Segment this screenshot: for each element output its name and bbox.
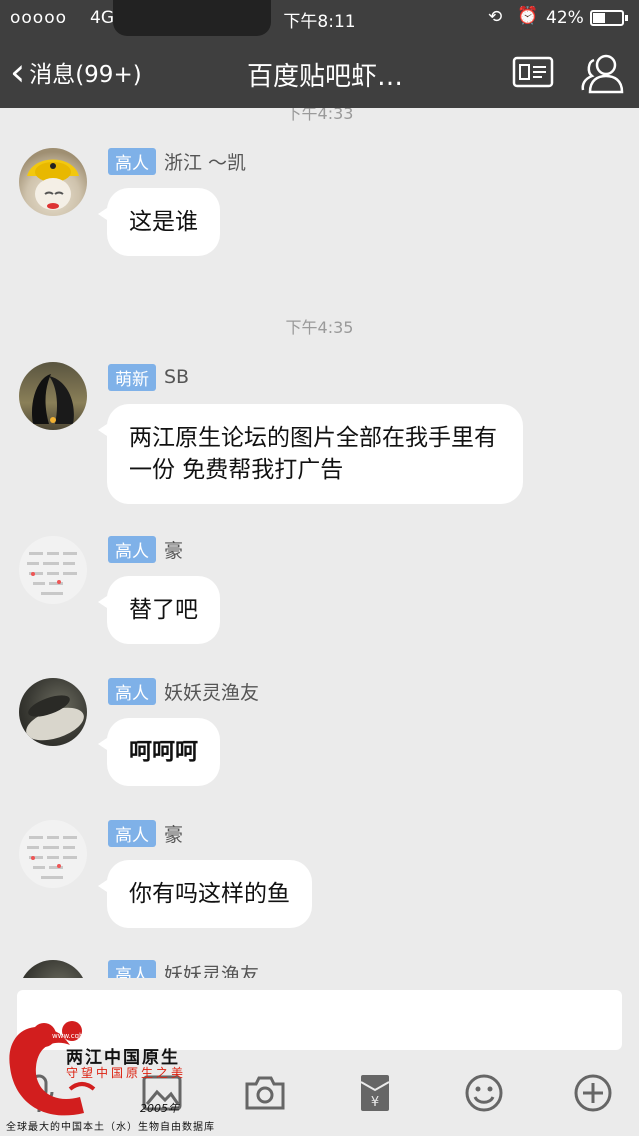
nav-bar: ‹ 消息(99+) 百度贴吧虾… xyxy=(0,36,639,108)
sender-nickname: 豪 xyxy=(164,539,184,562)
group-card-icon[interactable] xyxy=(512,56,554,88)
message-timestamp: 下午4:35 xyxy=(285,318,354,337)
chat-list[interactable]: 下午4:33 高人 浙江 ～凯 这是谁 下午4:35 萌新 SB 两江原生论坛的… xyxy=(0,108,639,978)
battery-percent: 42% xyxy=(546,8,584,28)
group-members-icon[interactable] xyxy=(580,52,626,94)
avatar[interactable] xyxy=(19,362,87,430)
message-timestamp: 下午4:33 xyxy=(285,108,354,123)
user-badge: 高人 xyxy=(108,535,156,563)
avatar-image xyxy=(26,695,84,741)
user-badge: 高人 xyxy=(108,959,156,978)
avatar[interactable] xyxy=(19,148,87,216)
avatar-image xyxy=(27,552,77,595)
camera-icon[interactable] xyxy=(244,1072,286,1114)
page-title: 百度贴吧虾… xyxy=(246,62,403,92)
user-badge: 高人 xyxy=(108,147,156,175)
message-bubble[interactable]: 替了吧 xyxy=(98,576,220,644)
sender-nickname: 浙江 ～凯 xyxy=(164,151,247,174)
avatar[interactable] xyxy=(19,536,87,604)
message-bubble[interactable]: 呵呵呵 xyxy=(98,718,220,786)
svg-text:¥: ¥ xyxy=(371,1095,379,1110)
alarm-icon: ⏰ xyxy=(517,6,539,26)
plus-icon[interactable] xyxy=(572,1072,614,1114)
message-bubble[interactable]: 你有吗这样的鱼 xyxy=(98,860,312,928)
sender-nickname: 妖妖灵渔友 xyxy=(164,681,260,704)
message-meta: 高人 豪 xyxy=(108,819,184,847)
avatar[interactable] xyxy=(19,960,87,978)
message-meta: 高人 豪 xyxy=(108,535,184,563)
watermark-slogan: 守望中国原生之美 xyxy=(66,1066,187,1080)
back-label: 消息(99+) xyxy=(29,62,142,88)
avatar[interactable] xyxy=(19,820,87,888)
status-time: 下午8:11 xyxy=(283,12,356,32)
user-badge: 高人 xyxy=(108,819,156,847)
user-badge: 萌新 xyxy=(108,363,156,391)
watermark-year: 2005年 xyxy=(140,1102,179,1115)
user-badge: 高人 xyxy=(108,677,156,705)
message-meta: 高人 妖妖灵渔友 xyxy=(108,959,260,979)
sender-nickname: 豪 xyxy=(164,823,184,846)
status-bar: ooooo 4G 下午8:11 ⟲ ⏰ 42% xyxy=(0,0,639,36)
chevron-left-icon: ‹ xyxy=(10,50,26,94)
message-meta: 高人 妖妖灵渔友 xyxy=(108,677,260,705)
message-meta: 高人 浙江 ～凯 xyxy=(108,147,247,175)
message-bubble[interactable]: 这是谁 xyxy=(98,188,220,256)
message-meta: 萌新 SB xyxy=(108,363,190,391)
red-packet-icon[interactable]: ¥ xyxy=(354,1072,396,1114)
emoji-icon[interactable] xyxy=(463,1072,505,1114)
rotation-lock-icon: ⟲ xyxy=(488,7,503,27)
avatar-image xyxy=(31,374,74,424)
battery-icon xyxy=(590,10,628,26)
avatar-image xyxy=(27,836,77,879)
back-button[interactable]: ‹ 消息(99+) xyxy=(10,52,142,92)
watermark-url: www.cqh2o.com xyxy=(52,1032,110,1040)
avatar-image xyxy=(27,159,79,210)
sender-nickname: SB xyxy=(164,366,190,388)
message-bubble[interactable]: 两江原生论坛的图片全部在我手里有一份 免费帮我打广告 xyxy=(98,404,523,504)
sender-nickname: 妖妖灵渔友 xyxy=(164,963,260,979)
watermark-footer: 全球最大的中国本土（水）生物自由数据库 xyxy=(6,1122,215,1133)
avatar[interactable] xyxy=(19,678,87,746)
